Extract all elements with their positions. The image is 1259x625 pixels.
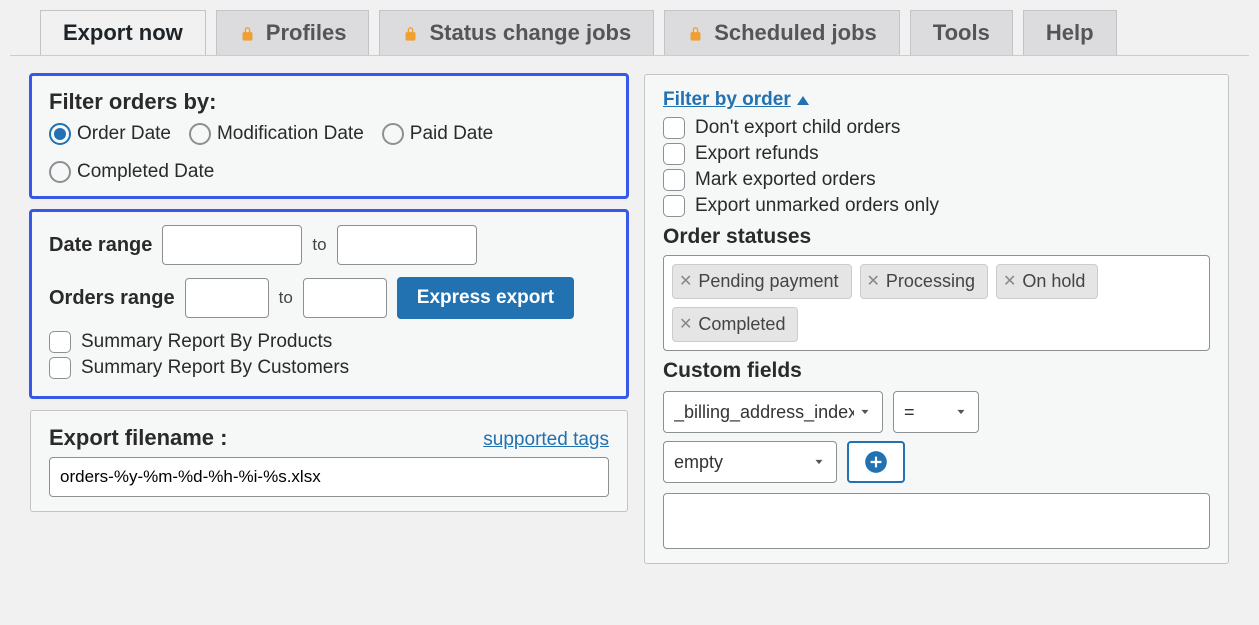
check-no-child-orders[interactable]: Don't export child orders [663, 117, 1210, 139]
date-from-input[interactable] [162, 225, 302, 265]
lock-icon [402, 25, 419, 42]
checkbox-icon [663, 195, 685, 217]
tab-status-change-jobs[interactable]: Status change jobs [379, 10, 654, 55]
supported-tags-link[interactable]: supported tags [483, 429, 609, 451]
tab-label: Status change jobs [429, 20, 631, 46]
custom-field-rules-box[interactable] [663, 493, 1210, 549]
order-statuses-box[interactable]: ✕ Pending payment ✕ Processing ✕ On hold ✕ C… [663, 255, 1210, 351]
order-statuses-heading: Order statuses [663, 225, 1210, 249]
check-label: Summary Report By Products [81, 331, 332, 353]
checkbox-icon [49, 357, 71, 379]
express-export-button[interactable]: Express export [397, 277, 574, 319]
range-panel: Date range to Orders range to Express ex… [30, 210, 628, 398]
export-filename-heading: Export filename : [49, 425, 227, 451]
filter-by-order-label: Filter by order [663, 89, 791, 111]
select-value: = [904, 402, 915, 423]
tab-tools[interactable]: Tools [910, 10, 1013, 55]
check-summary-products[interactable]: Summary Report By Products [49, 331, 609, 353]
select-value: empty [674, 452, 723, 473]
custom-field-value-select[interactable]: empty [663, 441, 837, 483]
check-mark-exported[interactable]: Mark exported orders [663, 169, 1210, 191]
status-tag: ✕ On hold [996, 264, 1098, 299]
remove-tag-icon[interactable]: ✕ [679, 274, 692, 290]
radio-completed-date[interactable]: Completed Date [49, 161, 214, 183]
check-label: Export unmarked orders only [695, 195, 939, 217]
status-tag: ✕ Completed [672, 307, 798, 342]
add-custom-field-button[interactable] [847, 441, 905, 483]
plus-circle-icon [863, 449, 889, 475]
checkbox-icon [663, 169, 685, 191]
radio-label: Paid Date [410, 123, 493, 145]
remove-tag-icon[interactable]: ✕ [867, 274, 880, 290]
check-label: Don't export child orders [695, 117, 900, 139]
export-filename-panel: Export filename : supported tags [30, 410, 628, 512]
radio-icon [49, 123, 71, 145]
lock-icon [239, 25, 256, 42]
filter-by-order-toggle[interactable]: Filter by order [663, 89, 809, 111]
check-label: Export refunds [695, 143, 819, 165]
check-unmarked-only[interactable]: Export unmarked orders only [663, 195, 1210, 217]
tag-label: Pending payment [698, 271, 838, 292]
tab-label: Tools [933, 20, 990, 46]
tab-label: Scheduled jobs [714, 20, 877, 46]
chevron-down-icon [954, 405, 968, 419]
status-tag: ✕ Processing [860, 264, 988, 299]
tab-export-now[interactable]: Export now [40, 10, 206, 55]
radio-label: Order Date [77, 123, 171, 145]
tab-profiles[interactable]: Profiles [216, 10, 370, 55]
custom-field-key-select[interactable]: _billing_address_index [663, 391, 883, 433]
tag-label: On hold [1022, 271, 1085, 292]
date-to-input[interactable] [337, 225, 477, 265]
filter-orders-by-heading: Filter orders by: [49, 89, 609, 115]
check-label: Summary Report By Customers [81, 357, 349, 379]
remove-tag-icon[interactable]: ✕ [1003, 274, 1016, 290]
check-export-refunds[interactable]: Export refunds [663, 143, 1210, 165]
filter-orders-by-panel: Filter orders by: Order Date Modificatio… [30, 74, 628, 198]
tab-label: Export now [63, 20, 183, 46]
custom-fields-heading: Custom fields [663, 359, 1210, 383]
chevron-down-icon [858, 405, 872, 419]
date-range-label: Date range [49, 234, 152, 257]
export-filename-input[interactable] [49, 457, 609, 497]
filter-by-order-panel: Filter by order Don't export child order… [644, 74, 1229, 564]
tab-help[interactable]: Help [1023, 10, 1117, 55]
radio-modification-date[interactable]: Modification Date [189, 123, 364, 145]
tag-label: Completed [698, 314, 785, 335]
orders-to-input[interactable] [303, 278, 387, 318]
radio-label: Modification Date [217, 123, 364, 145]
radio-label: Completed Date [77, 161, 214, 183]
tab-scheduled-jobs[interactable]: Scheduled jobs [664, 10, 900, 55]
tabs-bar: Export now Profiles Status change jobs S… [10, 10, 1249, 56]
radio-icon [189, 123, 211, 145]
checkbox-icon [49, 331, 71, 353]
remove-tag-icon[interactable]: ✕ [679, 317, 692, 333]
radio-paid-date[interactable]: Paid Date [382, 123, 493, 145]
orders-from-input[interactable] [185, 278, 269, 318]
select-value: _billing_address_index [674, 402, 854, 423]
status-tag: ✕ Pending payment [672, 264, 852, 299]
check-summary-customers[interactable]: Summary Report By Customers [49, 357, 609, 379]
tag-label: Processing [886, 271, 975, 292]
lock-icon [687, 25, 704, 42]
to-separator: to [279, 288, 293, 308]
caret-up-icon [797, 96, 809, 105]
checkbox-icon [663, 143, 685, 165]
orders-range-label: Orders range [49, 287, 175, 310]
radio-icon [382, 123, 404, 145]
radio-icon [49, 161, 71, 183]
radio-order-date[interactable]: Order Date [49, 123, 171, 145]
checkbox-icon [663, 117, 685, 139]
tab-label: Profiles [266, 20, 347, 46]
tab-label: Help [1046, 20, 1094, 46]
filter-radio-group: Order Date Modification Date Paid Date C… [49, 123, 609, 183]
check-label: Mark exported orders [695, 169, 876, 191]
chevron-down-icon [812, 455, 826, 469]
to-separator: to [312, 235, 326, 255]
custom-field-op-select[interactable]: = [893, 391, 979, 433]
